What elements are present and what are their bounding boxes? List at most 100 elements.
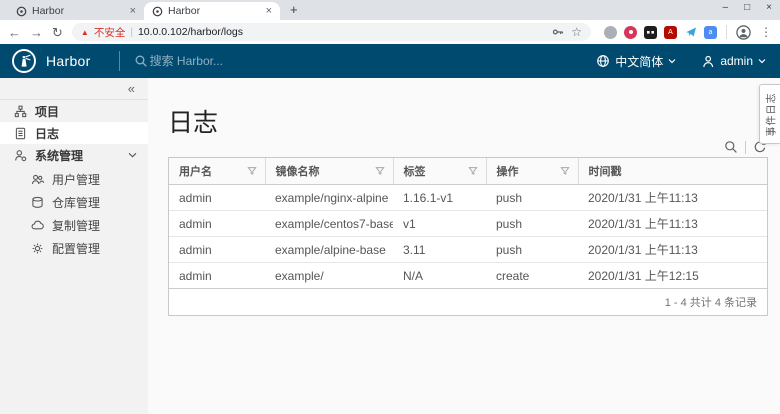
- tab-title: Harbor: [32, 5, 64, 17]
- new-tab-button[interactable]: +: [290, 2, 298, 17]
- address-separator: |: [130, 27, 133, 38]
- filter-funnel-icon[interactable]: [375, 166, 385, 176]
- extension-icon-3[interactable]: [644, 26, 657, 39]
- extension-icon-6[interactable]: a: [704, 26, 717, 39]
- back-icon[interactable]: ←: [8, 26, 21, 39]
- cell-image-name: example/alpine-base: [265, 237, 393, 263]
- organization-icon: [14, 105, 27, 118]
- event-log-side-tab-label: 事件日志: [763, 92, 778, 136]
- profile-avatar[interactable]: [736, 25, 751, 40]
- window-close-button[interactable]: ×: [766, 2, 772, 13]
- table-row[interactable]: admin example/alpine-base 3.11 push 2020…: [169, 237, 767, 263]
- browser-tab-2-active[interactable]: Harbor ×: [144, 2, 280, 20]
- window-maximize-button[interactable]: □: [744, 2, 750, 13]
- sidebar-item-label: 用户管理: [52, 171, 100, 188]
- search-icon: [134, 54, 148, 68]
- sidebar-item-label: 配置管理: [52, 240, 100, 257]
- browser-tab-1[interactable]: Harbor ×: [8, 2, 144, 20]
- chevron-down-icon: [668, 58, 676, 64]
- harbor-logo: [11, 48, 37, 74]
- cell-username: admin: [169, 211, 265, 237]
- cell-tag: N/A: [393, 263, 486, 289]
- harbor-favicon-icon: [16, 6, 27, 17]
- header-right: 中文简体 admin: [570, 53, 766, 70]
- not-secure-warning-icon: ▲: [81, 28, 89, 37]
- url-text[interactable]: 10.0.0.102/harbor/logs: [138, 26, 243, 38]
- sidebar-item-replication-management[interactable]: 复制管理: [0, 214, 148, 237]
- cell-timestamp: 2020/1/31 上午11:13: [578, 185, 767, 211]
- harbor-search[interactable]: [134, 54, 571, 68]
- sidebar-item-label: 日志: [35, 125, 59, 142]
- sidebar-item-label: 系统管理: [35, 147, 83, 164]
- language-selector[interactable]: 中文简体: [596, 53, 676, 70]
- sidebar-item-label: 仓库管理: [52, 194, 100, 211]
- table-row[interactable]: admin example/ N/A create 2020/1/31 上午12…: [169, 263, 767, 289]
- grid-actions: [168, 140, 767, 154]
- sidebar-item-configuration-management[interactable]: 配置管理: [0, 237, 148, 260]
- reload-icon[interactable]: ↻: [52, 26, 63, 39]
- not-secure-label[interactable]: 不安全: [94, 25, 126, 40]
- filter-funnel-icon[interactable]: [468, 166, 478, 176]
- harbor-header: Harbor 中文简体 admin: [0, 44, 780, 78]
- harbor-favicon-icon: [152, 6, 163, 17]
- table-row[interactable]: admin example/nginx-alpine 1.16.1-v1 pus…: [169, 185, 767, 211]
- column-header-image-name[interactable]: 镜像名称: [265, 158, 393, 185]
- cell-timestamp: 2020/1/31 上午12:15: [578, 263, 767, 289]
- extension-icon-5[interactable]: [684, 26, 697, 39]
- browser-toolbar: ← → ↻ ▲ 不安全 | 10.0.0.102/harbor/logs ☆ A…: [0, 20, 780, 44]
- user-menu[interactable]: admin: [702, 54, 766, 68]
- column-header-username[interactable]: 用户名: [169, 158, 265, 185]
- toolbar-separator: [726, 25, 727, 39]
- sidebar-nav: « 项目 日志 系统管理: [0, 78, 148, 414]
- logs-list-icon: [14, 127, 27, 140]
- logs-datagrid: 用户名 镜像名称 标签 操作 时间戳 admin exa: [168, 157, 768, 316]
- browser-menu-icon[interactable]: ⋮: [760, 25, 772, 39]
- address-bar[interactable]: ▲ 不安全 | 10.0.0.102/harbor/logs ☆: [72, 23, 591, 41]
- registry-storage-icon: [31, 196, 44, 209]
- filter-funnel-icon[interactable]: [247, 166, 257, 176]
- tab-close-icon[interactable]: ×: [266, 5, 272, 17]
- forward-icon[interactable]: →: [30, 26, 43, 39]
- actions-divider: [745, 141, 746, 154]
- filter-funnel-icon[interactable]: [560, 166, 570, 176]
- sidebar-item-label: 项目: [35, 103, 59, 120]
- users-icon: [31, 173, 44, 186]
- language-label: 中文简体: [615, 53, 663, 70]
- sidebar-item-user-management[interactable]: 用户管理: [0, 168, 148, 191]
- cell-image-name: example/centos7-base: [265, 211, 393, 237]
- extensions-area: A a: [604, 26, 717, 39]
- cell-operation: push: [486, 237, 578, 263]
- sidebar-item-system-management[interactable]: 系统管理: [0, 144, 148, 166]
- event-log-side-tab[interactable]: 事件日志: [759, 84, 780, 144]
- column-header-timestamp[interactable]: 时间戳: [578, 158, 767, 185]
- browser-tab-strip: Harbor × Harbor × + – □ ×: [0, 0, 780, 20]
- system-management-group: 用户管理 仓库管理 复制管理 配置管理: [0, 166, 148, 262]
- column-header-tag[interactable]: 标签: [393, 158, 486, 185]
- window-controls: – □ ×: [723, 2, 772, 13]
- sidebar-collapse-button[interactable]: «: [128, 81, 135, 96]
- administrator-icon: [14, 149, 27, 162]
- table-row[interactable]: admin example/centos7-base v1 push 2020/…: [169, 211, 767, 237]
- extension-icon-4[interactable]: A: [664, 26, 677, 39]
- column-header-operation[interactable]: 操作: [486, 158, 578, 185]
- cell-timestamp: 2020/1/31 上午11:13: [578, 237, 767, 263]
- bookmark-star-icon[interactable]: ☆: [571, 25, 582, 39]
- search-icon[interactable]: [724, 140, 738, 154]
- pagination-summary: 1 - 4 共计 4 条记录: [169, 288, 767, 315]
- sidebar-item-logs[interactable]: 日志: [0, 122, 148, 144]
- extension-icon-1[interactable]: [604, 26, 617, 39]
- password-key-icon[interactable]: [552, 26, 564, 38]
- harbor-search-input[interactable]: [150, 54, 350, 68]
- cell-username: admin: [169, 263, 265, 289]
- header-divider: [119, 51, 120, 71]
- extension-icon-2[interactable]: [624, 26, 637, 39]
- tab-close-icon[interactable]: ×: [130, 5, 136, 17]
- sidebar-item-projects[interactable]: 项目: [0, 100, 148, 122]
- cell-tag: 1.16.1-v1: [393, 185, 486, 211]
- chevron-down-icon: [128, 152, 137, 158]
- globe-icon: [596, 54, 610, 68]
- user-icon: [702, 55, 715, 68]
- sidebar-item-registry-management[interactable]: 仓库管理: [0, 191, 148, 214]
- window-minimize-button[interactable]: –: [723, 2, 729, 13]
- chevron-down-icon: [758, 58, 766, 64]
